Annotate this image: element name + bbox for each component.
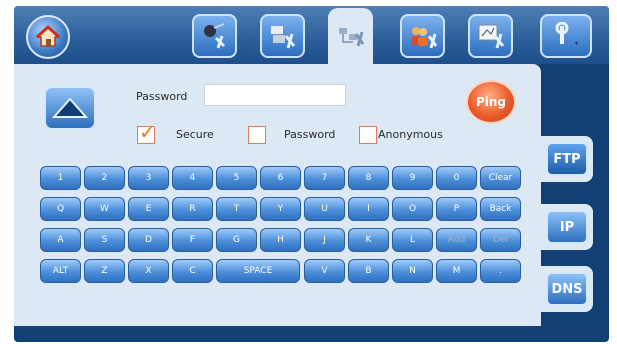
- tab-ftp[interactable]: FTP: [541, 136, 593, 182]
- top-toolbar: [14, 6, 609, 64]
- key-i[interactable]: I: [348, 197, 389, 221]
- key-w[interactable]: W: [84, 197, 125, 221]
- secure-label: Secure: [176, 128, 214, 141]
- key-n[interactable]: N: [392, 259, 433, 283]
- ping-button[interactable]: Ping: [466, 80, 516, 124]
- key-k[interactable]: K: [348, 228, 389, 252]
- key-del[interactable]: Del: [480, 228, 521, 252]
- key-6[interactable]: 6: [260, 166, 301, 190]
- key-clear[interactable]: Clear: [480, 166, 521, 190]
- anonymous-label: Anonymous: [378, 128, 443, 141]
- key-2[interactable]: 2: [84, 166, 125, 190]
- secure-checkbox[interactable]: ✓: [137, 122, 156, 144]
- key-1[interactable]: 1: [40, 166, 81, 190]
- key-space[interactable]: SPACE: [216, 259, 300, 283]
- key-y[interactable]: Y: [260, 197, 301, 221]
- key-3[interactable]: 3: [128, 166, 169, 190]
- display-tools-icon: [478, 24, 504, 49]
- users-tools-icon: [410, 27, 437, 49]
- key-9[interactable]: 9: [392, 166, 433, 190]
- key-7[interactable]: 7: [304, 166, 345, 190]
- satellite-tools-icon: [203, 23, 225, 49]
- dns-label: DNS: [546, 272, 588, 306]
- arrow-up-icon: [51, 97, 89, 118]
- key-m[interactable]: M: [436, 259, 477, 283]
- key-o[interactable]: O: [392, 197, 433, 221]
- tab-dns[interactable]: DNS: [541, 266, 593, 312]
- network-tools-icon: [338, 28, 364, 47]
- password-label: Password: [136, 90, 188, 103]
- password-checkbox[interactable]: [248, 126, 266, 144]
- key-l[interactable]: L: [392, 228, 433, 252]
- home-icon: [35, 24, 61, 47]
- tab-display[interactable]: [468, 14, 513, 58]
- chevron-down-icon: [575, 42, 578, 45]
- key-4[interactable]: 4: [172, 166, 213, 190]
- server-tools-icon: [270, 26, 295, 49]
- scroll-up-button[interactable]: [44, 86, 96, 130]
- key-b[interactable]: B: [348, 259, 389, 283]
- key-back[interactable]: Back: [480, 197, 521, 221]
- key-q[interactable]: Q: [40, 197, 81, 221]
- tab-server-tools[interactable]: [260, 14, 305, 58]
- key-e[interactable]: E: [128, 197, 169, 221]
- key-z[interactable]: Z: [84, 259, 125, 283]
- key-g[interactable]: G: [216, 228, 257, 252]
- anonymous-checkbox[interactable]: [359, 126, 377, 144]
- key-t[interactable]: T: [216, 197, 257, 221]
- key-period[interactable]: .: [480, 259, 521, 283]
- key-u[interactable]: U: [304, 197, 345, 221]
- key-c[interactable]: C: [172, 259, 213, 283]
- key-p[interactable]: P: [436, 197, 477, 221]
- key-h[interactable]: H: [260, 228, 301, 252]
- key-0[interactable]: 0: [436, 166, 477, 190]
- key-s[interactable]: S: [84, 228, 125, 252]
- key-add[interactable]: Add: [436, 228, 477, 252]
- key-5[interactable]: 5: [216, 166, 257, 190]
- home-button[interactable]: [26, 15, 70, 59]
- key-8[interactable]: 8: [348, 166, 389, 190]
- key-x[interactable]: X: [128, 259, 169, 283]
- key-f[interactable]: F: [172, 228, 213, 252]
- key-alt[interactable]: ALT: [40, 259, 81, 283]
- wrench-icon: [555, 22, 578, 45]
- tab-network-tools[interactable]: [192, 14, 237, 58]
- check-icon: ✓: [139, 120, 156, 144]
- tab-users[interactable]: [400, 14, 445, 58]
- ip-label: IP: [546, 210, 588, 244]
- key-v[interactable]: V: [304, 259, 345, 283]
- tab-settings[interactable]: [540, 14, 592, 58]
- key-d[interactable]: D: [128, 228, 169, 252]
- password-input[interactable]: [204, 84, 346, 106]
- key-a[interactable]: A: [40, 228, 81, 252]
- tab-ip[interactable]: IP: [541, 204, 593, 250]
- key-r[interactable]: R: [172, 197, 213, 221]
- key-j[interactable]: J: [304, 228, 345, 252]
- tab-network-settings[interactable]: [328, 8, 373, 64]
- password-option-label: Password: [284, 128, 336, 141]
- ftp-label: FTP: [546, 142, 588, 176]
